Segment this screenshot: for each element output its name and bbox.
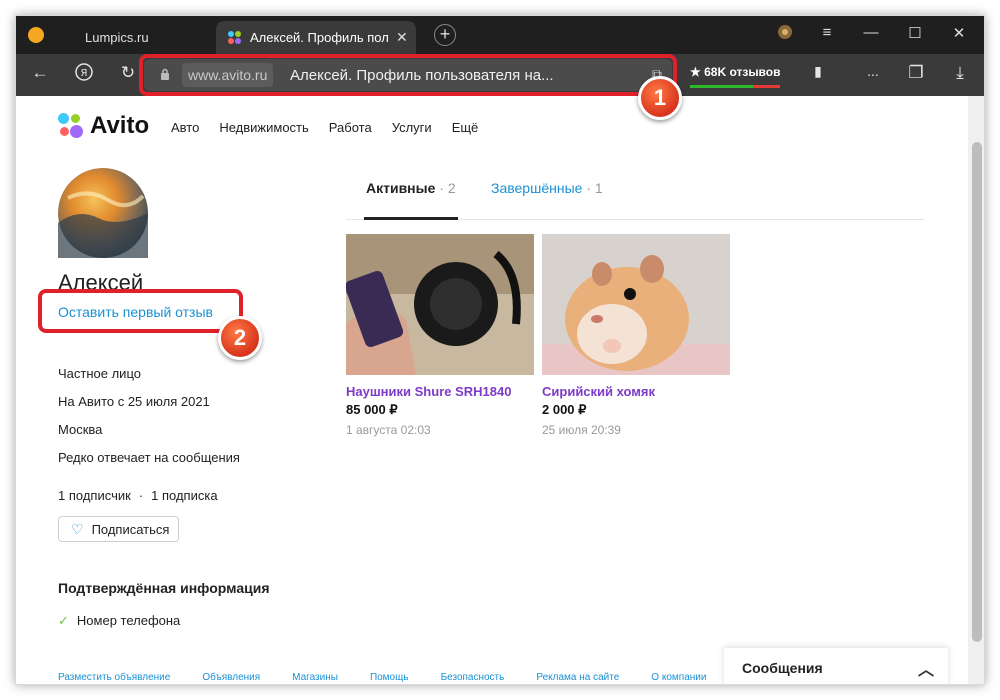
nav-item-services[interactable]: Услуги [392,120,432,135]
listing-price: 85 000 ₽ [346,402,398,417]
toolbar: ← Я ↻ www.avito.ru Алексей. Профиль поль… [16,54,984,96]
listing-price: 2 000 ₽ [542,402,587,417]
messages-widget[interactable]: Сообщения ︿ [724,648,948,684]
yandex-icon[interactable]: Я [72,63,96,86]
page-content: Avito Авто Недвижимость Работа Услуги Ещ… [16,96,968,684]
tab-title: Lumpics.ru [85,30,149,45]
more-icon[interactable]: ... [861,63,885,79]
tab-label: Завершённые [491,180,583,196]
listing-card[interactable]: Сирийский хомяк 2 000 ₽ 25 июля 20:39 [542,234,730,437]
annotation-badge-1: 1 [638,76,682,120]
collections-icon[interactable]: ❐ [904,63,928,83]
tab-active-listings[interactable]: Активные · 2 [364,180,458,220]
footer-links: Разместить объявление Объявления Магазин… [58,672,706,683]
listing-card[interactable]: Наушники Shure SRH1840 85 000 ₽ 1 август… [346,234,534,437]
subscribe-button[interactable]: ♡ Подписаться [58,516,179,542]
svg-text:Я: Я [81,68,88,79]
verified-info-title: Подтверждённая информация [58,580,270,596]
profile-type: Частное лицо [58,366,141,381]
listing-title[interactable]: Сирийский хомяк [542,384,730,399]
verified-item-label: Номер телефона [76,613,181,628]
title-bar: Lumpics.ru Алексей. Профиль пол ✕ + ≡ — … [16,16,984,54]
listing-tabs: Активные · 2 Завершённые · 1 [346,180,924,220]
subscription-stats: 1 подписчик · 1 подписка [58,488,218,503]
profile-city: Москва [58,422,103,437]
nav-item-realty[interactable]: Недвижимость [219,120,308,135]
extension-icon[interactable] [774,24,796,44]
reviews-badge[interactable]: ★ 68K отзывов [690,65,781,79]
footer-link[interactable]: Помощь [370,672,409,683]
nav-item-auto[interactable]: Авто [171,120,199,135]
reload-icon[interactable]: ↻ [116,63,140,83]
footer-link[interactable]: Магазины [292,672,338,683]
avito-logo[interactable]: Avito [58,112,149,140]
footer-link[interactable]: Реклама на сайте [536,672,619,683]
annotation-badge-2: 2 [218,316,262,360]
subscribe-label: Подписаться [91,521,170,537]
close-window-icon[interactable]: ✕ [948,24,970,42]
new-tab-button[interactable]: + [434,24,456,46]
minimize-icon[interactable]: — [860,24,882,41]
review-link-highlight [38,289,243,333]
browser-logo-icon[interactable] [28,27,44,43]
tab-label: Активные [366,180,436,196]
brand-name: Avito [90,112,150,139]
chevron-up-icon[interactable]: ︿ [918,656,934,680]
listing-title[interactable]: Наушники Shure SRH1840 [346,384,534,399]
verified-item: ✓ Номер телефона [58,613,180,629]
footer-link[interactable]: Разместить объявление [58,672,170,683]
response-rate: Редко отвечает на сообщения [58,450,240,465]
listing-date: 25 июля 20:39 [542,423,621,437]
tab-close-icon[interactable]: ✕ [396,29,408,46]
avito-dots-icon [58,113,84,139]
listing-image-hamster[interactable] [542,234,730,375]
messages-label: Сообщения [742,660,823,676]
avito-favicon-icon [228,30,242,45]
tab-avito-profile[interactable]: Алексей. Профиль пол ✕ [216,21,416,54]
footer-link[interactable]: Объявления [202,672,260,683]
check-icon: ✓ [58,613,69,628]
back-icon[interactable]: ← [28,63,52,83]
subscriptions-count[interactable]: 1 подписка [151,488,217,503]
avatar [58,168,148,258]
bookmark-icon[interactable]: ▮ [806,63,830,80]
nav-item-more[interactable]: Ещё [452,120,479,135]
listing-image-headphones[interactable] [346,234,534,375]
tab-title: Алексей. Профиль пол [250,30,389,45]
listing-date: 1 августа 02:03 [346,423,431,437]
tab-count: · 2 [439,180,456,196]
reviews-rating-bar [690,85,780,88]
footer-link[interactable]: Безопасность [441,672,505,683]
member-since: На Авито с 25 июля 2021 [58,394,210,409]
download-icon[interactable]: ⤓ [948,63,972,83]
browser-window: Lumpics.ru Алексей. Профиль пол ✕ + ≡ — … [15,15,985,685]
nav-item-jobs[interactable]: Работа [329,120,372,135]
subscribers-count[interactable]: 1 подписчик [58,488,131,503]
address-bar-highlight [139,54,677,96]
menu-icon[interactable]: ≡ [816,24,838,41]
scrollbar-thumb[interactable] [972,142,982,642]
main-nav: Авто Недвижимость Работа Услуги Ещё [171,120,478,135]
footer-link[interactable]: О компании [651,672,706,683]
separator: · [138,488,144,503]
heart-icon: ♡ [71,520,84,537]
page-scrollbar[interactable] [968,96,984,684]
tab-finished-listings[interactable]: Завершённые · 1 [491,180,603,220]
tab-count: · 1 [586,180,603,196]
tab-lumpics[interactable]: Lumpics.ru [71,21,211,54]
maximize-icon[interactable]: ☐ [904,24,926,42]
